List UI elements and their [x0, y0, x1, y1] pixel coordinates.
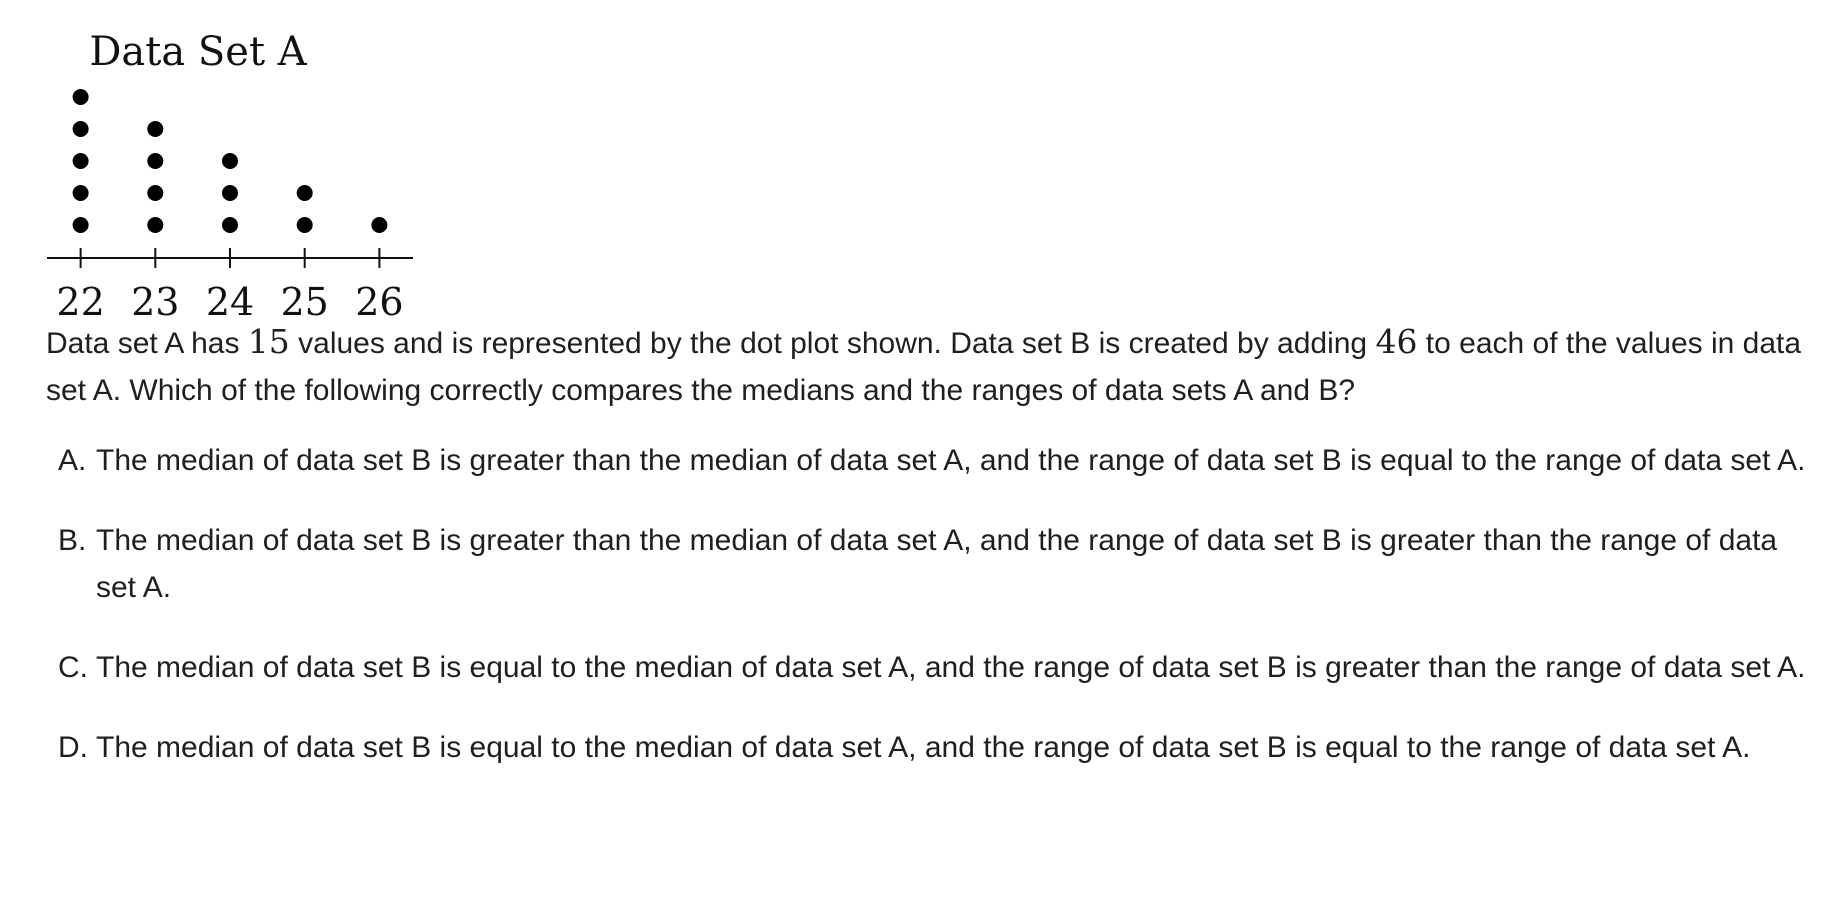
option-letter: B.: [58, 524, 87, 557]
data-dot: [147, 217, 164, 233]
data-dot: [72, 121, 89, 137]
data-dot: [222, 185, 238, 201]
option-a[interactable]: A. The median of data set B is greater th…: [58, 437, 1818, 484]
data-dot: [147, 153, 164, 169]
data-dot: [72, 153, 89, 169]
tick-group: 22 23 24 25 26: [56, 248, 404, 324]
data-dot: [72, 89, 89, 105]
chart-title: Data Set A: [89, 29, 307, 75]
question-part-2: values and is represented by the dot plo…: [289, 327, 1376, 360]
data-dot: [72, 217, 89, 233]
data-dot: [147, 185, 164, 201]
question-part-1: Data set A has: [46, 327, 248, 360]
option-b[interactable]: B. The median of data set B is greater th…: [58, 517, 1818, 611]
option-text: The median of data set B is equal to the…: [96, 651, 1806, 684]
option-c[interactable]: C. The median of data set B is equal to t…: [58, 644, 1818, 691]
value-count: 15: [247, 322, 290, 361]
dot-group: [72, 89, 388, 233]
data-dot: [296, 185, 313, 201]
option-letter: A.: [58, 444, 87, 477]
data-dot: [371, 217, 388, 233]
data-dot: [147, 121, 164, 137]
answer-options: A. The median of data set B is greater th…: [58, 437, 1818, 804]
option-text: The median of data set B is greater than…: [96, 524, 1778, 604]
option-text: The median of data set B is greater than…: [96, 444, 1806, 477]
option-letter: D.: [58, 731, 88, 764]
option-letter: C.: [58, 651, 88, 684]
dot-plot: Data Set A 22 23 24 25 26: [0, 0, 480, 330]
option-d[interactable]: D. The median of data set B is equal to t…: [58, 724, 1818, 771]
option-text: The median of data set B is equal to the…: [96, 731, 1751, 764]
question-text: Data set A has 15 values and is represen…: [46, 318, 1816, 414]
added-amount: 46: [1375, 322, 1418, 361]
data-dot: [296, 217, 313, 233]
data-dot: [72, 185, 89, 201]
data-dot: [222, 217, 238, 233]
dot-plot-svg: Data Set A 22 23 24 25 26: [47, 29, 413, 324]
data-dot: [222, 153, 238, 169]
